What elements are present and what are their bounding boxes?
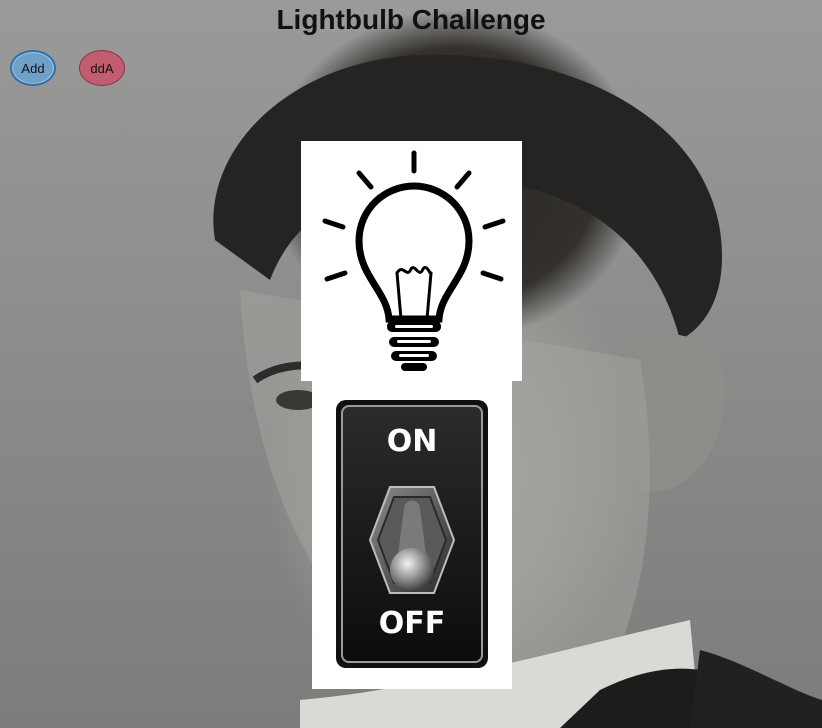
add-button[interactable]: Add: [10, 50, 56, 86]
switch-off-label: OFF: [378, 606, 446, 641]
page-title: Lightbulb Challenge: [276, 4, 546, 35]
switch-on-label: ON: [386, 424, 438, 459]
lightbulb-image[interactable]: [301, 141, 522, 381]
toggle-switch[interactable]: ON OFF: [312, 380, 512, 689]
lightbulb-icon: [322, 150, 506, 371]
dda-button[interactable]: ddA: [79, 50, 125, 86]
